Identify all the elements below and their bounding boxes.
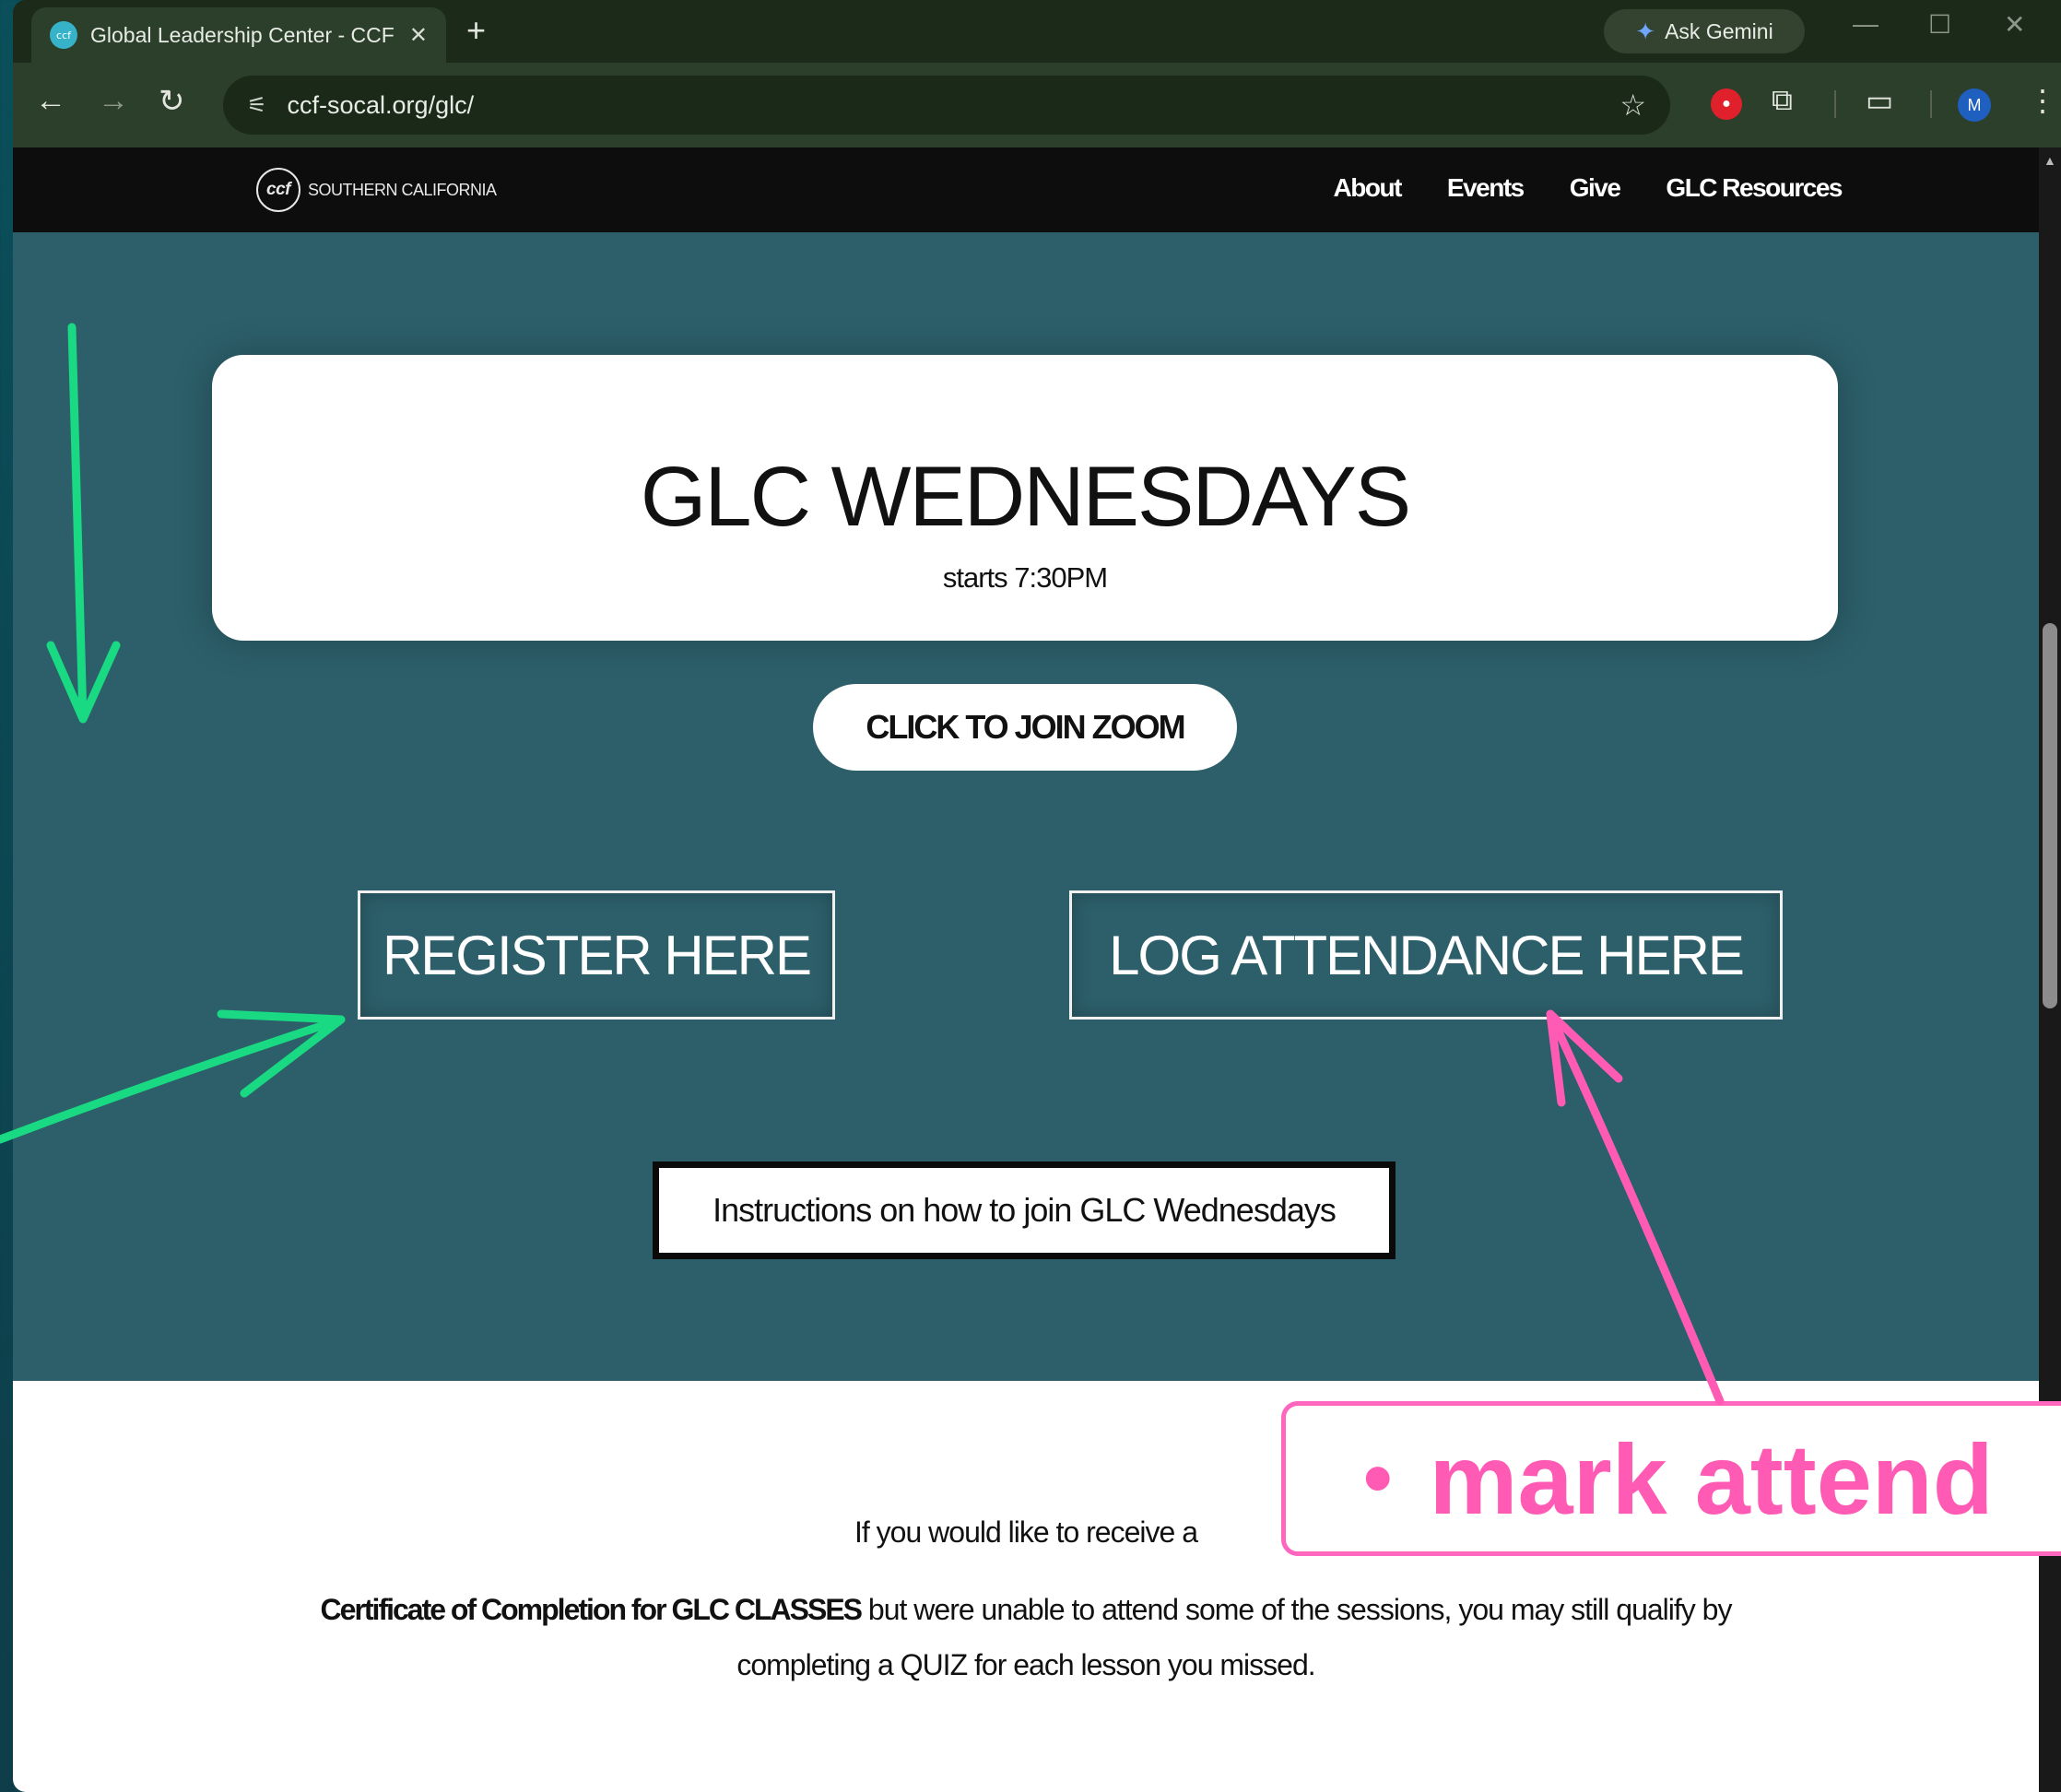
toolbar-divider (1834, 90, 1836, 118)
hero-title: GLC WEDNESDAYS (640, 450, 1411, 544)
scroll-up-icon[interactable]: ▲ (2043, 153, 2056, 168)
url-text[interactable]: ccf-socal.org/glc/ (288, 91, 1600, 120)
tab-title: Global Leadership Center - CCF (90, 22, 395, 47)
site-settings-icon[interactable]: ⚟ (247, 92, 267, 119)
reading-mode-icon[interactable]: ▭ (1866, 83, 1893, 118)
ccf-logo-mark: ccf (256, 168, 300, 212)
nav-glc-resources[interactable]: GLC Resources (1666, 173, 1843, 203)
reload-icon[interactable]: ↻ (159, 83, 185, 120)
tab-strip: ccf Global Leadership Center - CCF ✕ + ✦… (13, 0, 2061, 63)
annotation-text: mark attend (1429, 1422, 1994, 1535)
logo-text: SOUTHERN CALIFORNIA (308, 180, 497, 199)
extensions-puzzle-icon[interactable]: ⧉ (1772, 83, 1793, 118)
browser-toolbar: ← → ↻ ⚟ ccf-socal.org/glc/ ☆ ● ⧉ ▭ M ⋮ (13, 63, 2061, 147)
info-bold-text: Certificate of Completion for GLC CLASSE… (320, 1593, 863, 1626)
menu-kebab-icon[interactable]: ⋮ (2028, 83, 2057, 118)
profile-avatar[interactable]: M (1958, 88, 1991, 122)
hero-subtitle: starts 7:30PM (942, 561, 1108, 594)
address-bar[interactable]: ⚟ ccf-socal.org/glc/ ☆ (223, 76, 1670, 135)
extension-red-icon[interactable]: ● (1711, 88, 1742, 120)
minimize-icon[interactable]: — (1853, 9, 1878, 39)
browser-tab[interactable]: ccf Global Leadership Center - CCF ✕ (31, 7, 446, 63)
annotation-bullet: • (1363, 1432, 1393, 1525)
bookmark-star-icon[interactable]: ☆ (1619, 88, 1646, 123)
toolbar-divider (1930, 90, 1932, 118)
nav-events[interactable]: Events (1447, 173, 1525, 203)
instructions-button[interactable]: Instructions on how to join GLC Wednesda… (653, 1161, 1396, 1259)
close-window-icon[interactable]: ✕ (2004, 9, 2025, 40)
ask-gemini-label: Ask Gemini (1665, 18, 1773, 43)
nav-about[interactable]: About (1334, 173, 1403, 203)
log-attendance-button[interactable]: LOG ATTENDANCE HERE (1069, 890, 1783, 1020)
info-line-2: Certificate of Completion for GLC CLASSE… (13, 1593, 2039, 1627)
site-favicon-icon: ccf (50, 21, 77, 49)
site-header: ccf SOUTHERN CALIFORNIA About Events Giv… (13, 147, 2039, 232)
scroll-thumb[interactable] (2043, 623, 2057, 1008)
site-logo[interactable]: ccf SOUTHERN CALIFORNIA (256, 168, 497, 212)
ask-gemini-button[interactable]: ✦ Ask Gemini (1604, 9, 1805, 53)
site-nav: About Events Give GLC Resources (1334, 173, 1843, 203)
join-zoom-button[interactable]: CLICK TO JOIN ZOOM (813, 684, 1237, 771)
close-tab-icon[interactable]: ✕ (409, 22, 428, 49)
info-line-3: completing a QUIZ for each lesson you mi… (736, 1648, 1315, 1681)
new-tab-button[interactable]: + (466, 11, 486, 50)
hero-card: GLC WEDNESDAYS starts 7:30PM (212, 355, 1838, 641)
back-icon[interactable]: ← (35, 83, 66, 119)
maximize-icon[interactable]: ☐ (1928, 9, 1951, 40)
forward-icon[interactable]: → (98, 83, 129, 119)
register-button[interactable]: REGISTER HERE (358, 890, 835, 1020)
annotation-callout: • mark attend (1281, 1401, 2061, 1556)
nav-give[interactable]: Give (1570, 173, 1621, 203)
info-line-2-rest: but were unable to attend some of the se… (861, 1593, 1733, 1626)
gemini-sparkle-icon: ✦ (1635, 17, 1656, 45)
